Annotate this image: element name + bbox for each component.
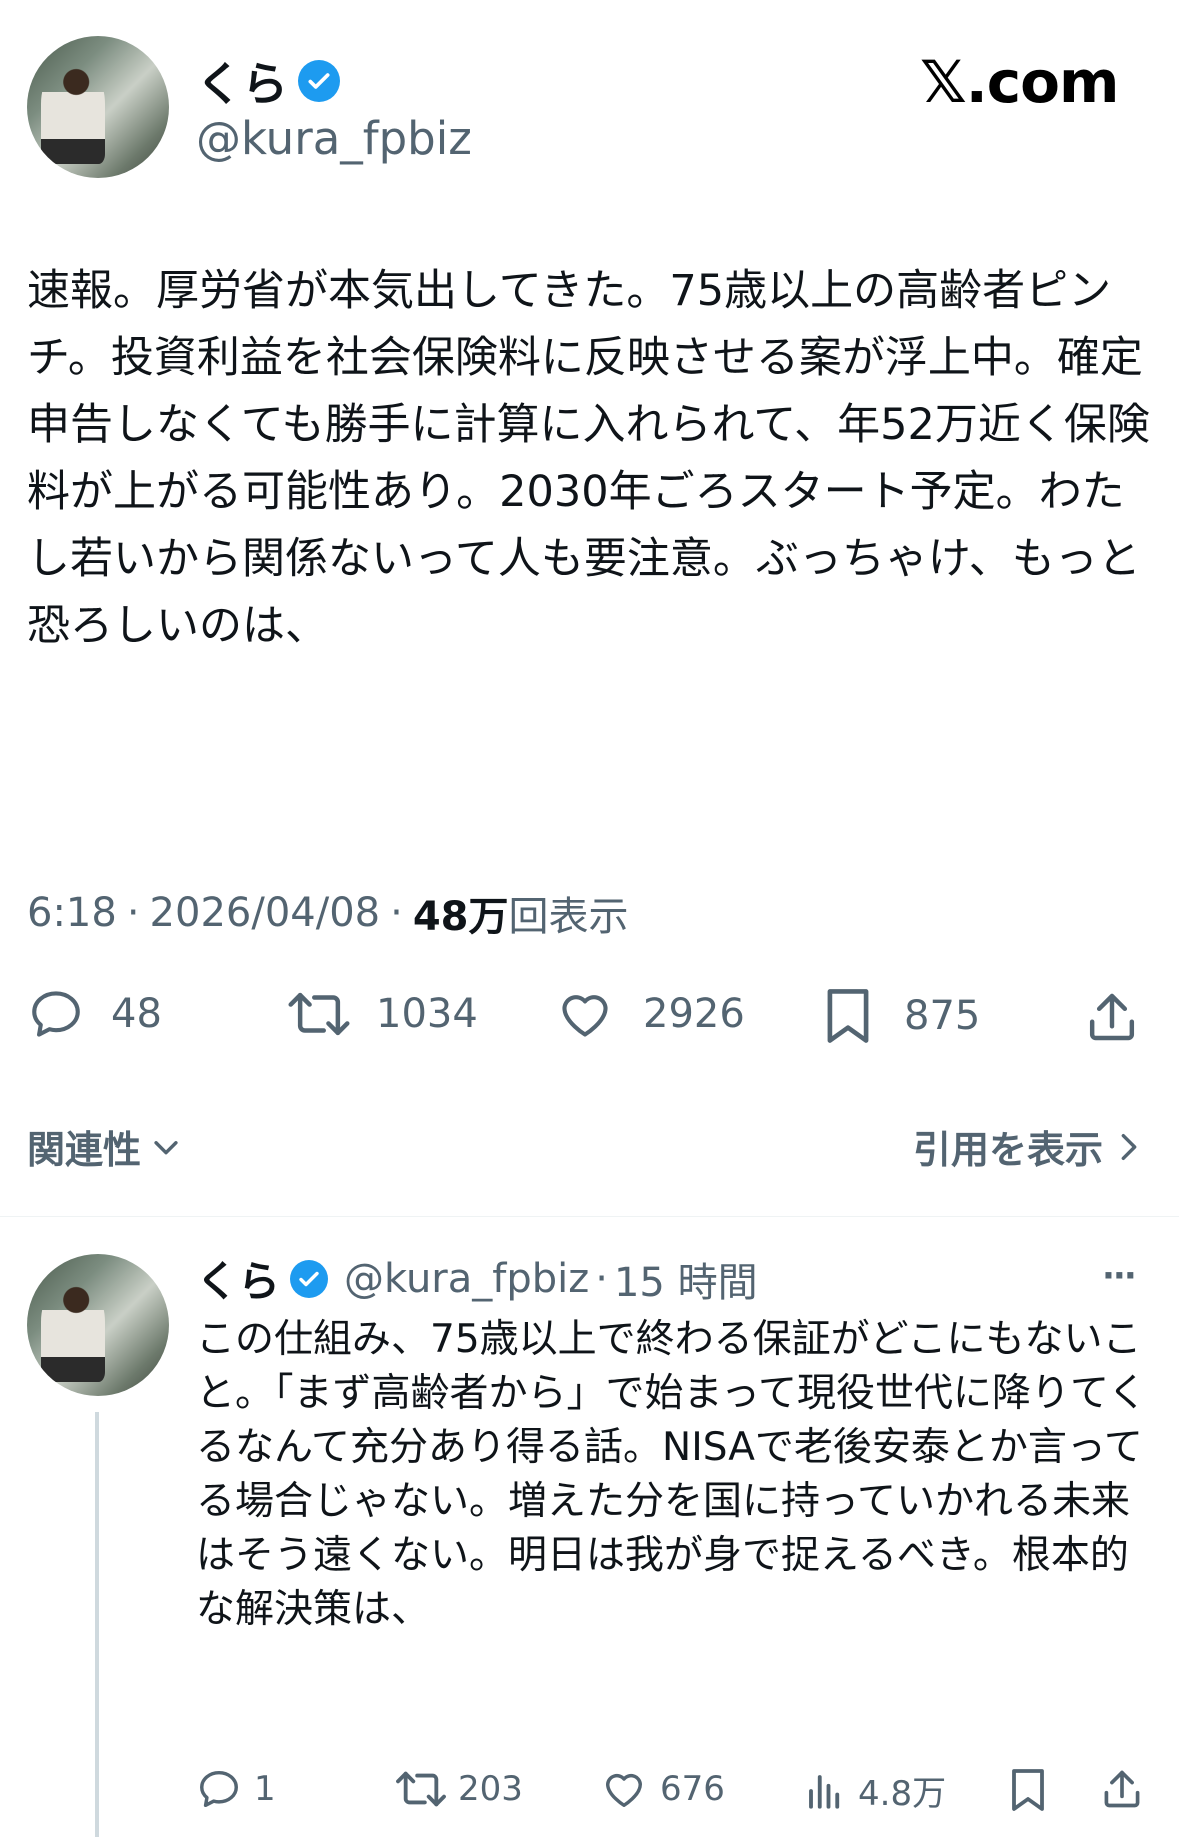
- site-logo: 𝕏.com: [920, 48, 1119, 116]
- reply-time[interactable]: 15 時間: [614, 1250, 758, 1308]
- tweet-meta: 6:18 · 2026/04/08 · 48万 回表示: [27, 884, 628, 942]
- tweet-date[interactable]: 2026/04/08: [150, 890, 381, 936]
- reply-author-avatar[interactable]: [27, 1254, 169, 1396]
- like-count: 2926: [643, 991, 745, 1037]
- verified-badge-icon: [298, 60, 340, 102]
- chevron-down-icon: [149, 1130, 183, 1164]
- repost-count: 1034: [376, 991, 478, 1037]
- bookmark-icon: [822, 985, 874, 1047]
- thread-line: [95, 1412, 99, 1837]
- reply-text: この仕組み、75歳以上で終わる保証がどこにもないこと。「まず高齢者から」で始まっ…: [196, 1317, 1147, 1632]
- reply-display-name[interactable]: くら: [196, 1248, 280, 1309]
- author-handle[interactable]: @kura_fpbiz: [196, 112, 472, 165]
- repost-button[interactable]: 1034: [286, 985, 478, 1043]
- chevron-right-icon: [1115, 1130, 1143, 1164]
- bookmark-button[interactable]: 875: [822, 985, 980, 1047]
- bookmark-count: 875: [904, 993, 981, 1039]
- reply-views-button[interactable]: 4.8万: [804, 1766, 946, 1815]
- share-button[interactable]: [1084, 988, 1140, 1046]
- section-divider: [0, 1216, 1179, 1217]
- reply-like-count: 676: [660, 1769, 725, 1809]
- reply-like-button[interactable]: 676: [600, 1766, 725, 1812]
- repost-icon: [394, 1766, 448, 1812]
- reply-reply-count: 1: [254, 1769, 276, 1809]
- author-avatar[interactable]: [27, 36, 169, 178]
- reply-reply-button[interactable]: 1: [196, 1766, 276, 1812]
- reply-bookmark-button[interactable]: [1008, 1766, 1048, 1814]
- reply-repost-button[interactable]: 203: [394, 1766, 523, 1812]
- verified-badge-icon: [290, 1259, 329, 1298]
- like-icon: [555, 985, 615, 1043]
- repost-icon: [286, 985, 352, 1043]
- tweet-time[interactable]: 6:18: [27, 890, 117, 936]
- views-label: 回表示: [508, 894, 629, 940]
- view-quotes-link[interactable]: 引用を表示: [913, 1119, 1143, 1174]
- tweet-text: 速報。厚労省が本気出してきた。75歳以上の高齢者ピンチ。投資利益を社会保険料に反…: [27, 266, 1150, 651]
- sort-dropdown[interactable]: 関連性: [27, 1119, 183, 1174]
- reply-handle[interactable]: @kura_fpbiz: [344, 1256, 589, 1302]
- author-display-name[interactable]: くら: [196, 48, 288, 114]
- quotes-label: 引用を表示: [912, 1128, 1103, 1172]
- reply-views-count: 4.8万: [858, 1774, 947, 1814]
- reply-icon: [27, 985, 85, 1043]
- more-icon[interactable]: ···: [1102, 1256, 1137, 1296]
- reply-repost-count: 203: [458, 1769, 523, 1809]
- reply-header: くら @kura_fpbiz · 15 時間: [196, 1248, 758, 1309]
- views-count: 48万: [412, 894, 509, 940]
- share-icon: [1084, 988, 1140, 1046]
- sort-label: 関連性: [27, 1128, 142, 1172]
- reply-count: 48: [111, 991, 162, 1037]
- reply-icon: [196, 1766, 242, 1812]
- views-icon: [804, 1768, 846, 1814]
- reply-button[interactable]: 48: [27, 985, 162, 1043]
- bookmark-icon: [1008, 1766, 1048, 1814]
- share-icon: [1100, 1766, 1144, 1812]
- like-icon: [600, 1766, 648, 1812]
- reply-share-button[interactable]: [1100, 1766, 1144, 1812]
- like-button[interactable]: 2926: [555, 985, 745, 1043]
